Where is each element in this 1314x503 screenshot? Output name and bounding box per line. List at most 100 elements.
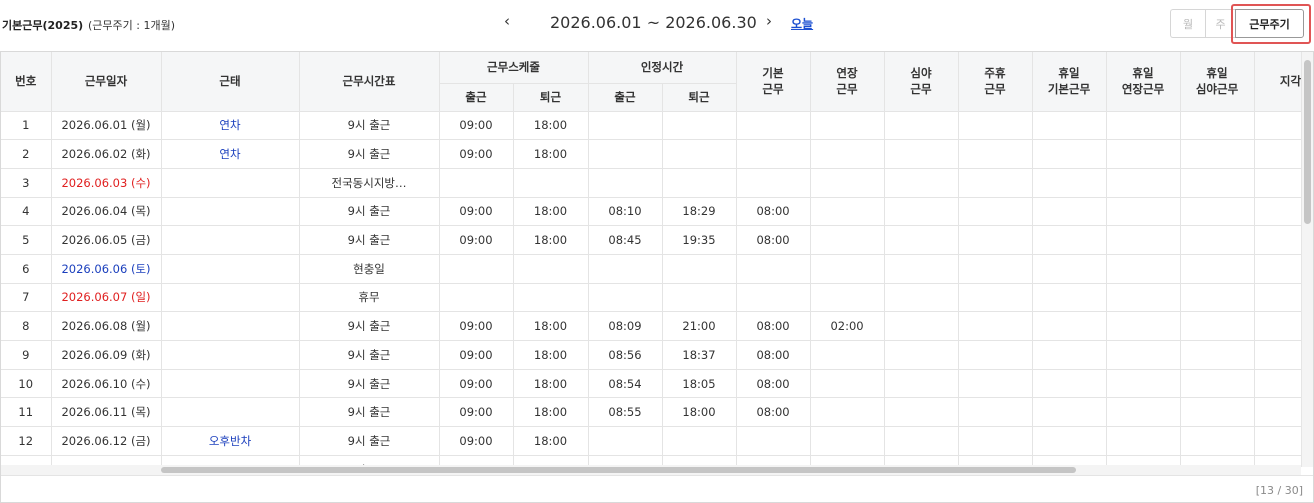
cell-no[interactable]: 10	[1, 369, 52, 399]
cell-night-work[interactable]	[884, 197, 959, 227]
cell-holiday-night-work[interactable]	[1180, 283, 1255, 313]
cell-date[interactable]: 2026.06.06 (토)	[51, 254, 162, 284]
cell-holiday-night-work[interactable]	[1180, 168, 1255, 198]
cell-holiday-basic-work[interactable]	[1032, 369, 1107, 399]
cell-holiday-basic-work[interactable]	[1032, 111, 1107, 141]
cell-no[interactable]: 8	[1, 311, 52, 341]
cell-approved-out[interactable]: 18:05	[662, 369, 737, 399]
cell-weekly-holiday-work[interactable]	[958, 254, 1033, 284]
cell-weekly-holiday-work[interactable]	[958, 369, 1033, 399]
cell-schedule[interactable]: 현충일	[299, 254, 440, 284]
cell-approved-out[interactable]	[662, 283, 737, 313]
cell-status[interactable]	[161, 311, 300, 341]
header-overtime-work[interactable]: 연장 근무	[810, 52, 885, 112]
cell-status[interactable]	[161, 197, 300, 227]
cell-approved-in[interactable]: 08:45	[588, 225, 663, 255]
table-row[interactable]: 3 2026.06.03 (수) 전국동시지방…	[1, 168, 1313, 198]
table-row[interactable]: 1 2026.06.01 (월) 연차 9시 출근 09:00 18:00	[1, 111, 1313, 141]
cell-basic-work[interactable]	[736, 283, 811, 313]
cell-date[interactable]: 2026.06.09 (화)	[51, 340, 162, 370]
cell-schedule[interactable]: 9시 출근	[299, 197, 440, 227]
cell-night-work[interactable]	[884, 283, 959, 313]
cell-schedule-in[interactable]	[439, 168, 514, 198]
cell-weekly-holiday-work[interactable]	[958, 139, 1033, 169]
table-row[interactable]: 4 2026.06.04 (목) 9시 출근 09:00 18:00 08:10 18:29…	[1, 197, 1313, 227]
cell-night-work[interactable]	[884, 340, 959, 370]
cell-night-work[interactable]	[884, 369, 959, 399]
header-date[interactable]: 근무일자	[51, 52, 162, 112]
header-approved-in[interactable]: 출근	[588, 83, 663, 112]
cell-schedule[interactable]: 9시 출근	[299, 311, 440, 341]
cell-status[interactable]	[161, 397, 300, 428]
cell-night-work[interactable]	[884, 111, 959, 141]
cell-date[interactable]: 2026.06.07 (일)	[51, 283, 162, 313]
cell-approved-in[interactable]	[588, 139, 663, 169]
header-weekly-holiday-work[interactable]: 주휴 근무	[958, 52, 1033, 112]
cell-holiday-basic-work[interactable]	[1032, 254, 1107, 284]
cell-night-work[interactable]	[884, 168, 959, 198]
cell-approved-out[interactable]: 19:35	[662, 225, 737, 255]
cell-schedule-out[interactable]: 18:00	[513, 225, 589, 255]
cell-approved-in[interactable]: 08:10	[588, 197, 663, 227]
cell-status[interactable]: 오후반차	[161, 426, 300, 456]
cell-no[interactable]: 12	[1, 426, 52, 456]
cell-basic-work[interactable]	[736, 426, 811, 456]
cell-approved-out[interactable]	[662, 254, 737, 284]
cell-approved-in[interactable]	[588, 254, 663, 284]
cell-date[interactable]: 2026.06.10 (수)	[51, 369, 162, 399]
cell-overtime-work[interactable]	[810, 225, 885, 255]
header-schedule-out[interactable]: 퇴근	[513, 83, 589, 112]
cell-weekly-holiday-work[interactable]	[958, 340, 1033, 370]
cell-schedule-out[interactable]: 18:00	[513, 426, 589, 456]
table-row[interactable]: 9 2026.06.09 (화) 9시 출근 09:00 18:00 08:56 18:37…	[1, 340, 1313, 370]
table-row[interactable]: 12 2026.06.12 (금) 오후반차 9시 출근 09:00 18:00	[1, 426, 1313, 456]
cell-approved-in[interactable]	[588, 168, 663, 198]
table-row[interactable]: 5 2026.06.05 (금) 9시 출근 09:00 18:00 08:45 19:35…	[1, 225, 1313, 255]
chevron-right-icon[interactable]: ›	[766, 12, 772, 30]
header-no[interactable]: 번호	[1, 52, 52, 112]
table-row[interactable]: 11 2026.06.11 (목) 9시 출근 09:00 18:00 08:55 18:0…	[1, 397, 1313, 428]
cell-night-work[interactable]	[884, 139, 959, 169]
cell-overtime-work[interactable]	[810, 254, 885, 284]
cell-holiday-overtime-work[interactable]	[1106, 111, 1181, 141]
cell-basic-work[interactable]: 08:00	[736, 225, 811, 255]
cell-status[interactable]	[161, 340, 300, 370]
cell-date[interactable]: 2026.06.01 (월)	[51, 111, 162, 141]
cell-holiday-basic-work[interactable]	[1032, 168, 1107, 198]
cell-weekly-holiday-work[interactable]	[958, 225, 1033, 255]
cell-no[interactable]: 1	[1, 111, 52, 141]
cell-holiday-night-work[interactable]	[1180, 254, 1255, 284]
cell-approved-in[interactable]: 08:56	[588, 340, 663, 370]
header-schedule-in[interactable]: 출근	[439, 83, 514, 112]
cell-no[interactable]: 5	[1, 225, 52, 255]
cell-status[interactable]: 연차	[161, 139, 300, 169]
cell-holiday-basic-work[interactable]	[1032, 397, 1107, 428]
cell-approved-in[interactable]: 08:55	[588, 397, 663, 428]
cell-holiday-overtime-work[interactable]	[1106, 139, 1181, 169]
cell-no[interactable]: 2	[1, 139, 52, 169]
cell-date[interactable]: 2026.06.11 (목)	[51, 397, 162, 428]
cell-weekly-holiday-work[interactable]	[958, 397, 1033, 428]
cell-schedule-in[interactable]: 09:00	[439, 369, 514, 399]
cell-holiday-basic-work[interactable]	[1032, 283, 1107, 313]
cell-schedule-out[interactable]: 18:00	[513, 340, 589, 370]
cell-schedule[interactable]: 9시 출근	[299, 340, 440, 370]
cell-schedule-out[interactable]: 18:00	[513, 197, 589, 227]
cell-basic-work[interactable]	[736, 111, 811, 141]
cell-basic-work[interactable]	[736, 139, 811, 169]
cell-schedule-in[interactable]	[439, 254, 514, 284]
cell-approved-in[interactable]: 08:54	[588, 369, 663, 399]
cell-schedule-in[interactable]: 09:00	[439, 426, 514, 456]
cell-approved-out[interactable]: 21:00	[662, 311, 737, 341]
cell-night-work[interactable]	[884, 254, 959, 284]
cell-holiday-overtime-work[interactable]	[1106, 311, 1181, 341]
cell-overtime-work[interactable]	[810, 426, 885, 456]
cell-weekly-holiday-work[interactable]	[958, 197, 1033, 227]
cell-schedule-out[interactable]	[513, 254, 589, 284]
cell-approved-out[interactable]	[662, 168, 737, 198]
cell-no[interactable]: 3	[1, 168, 52, 198]
cell-basic-work[interactable]: 08:00	[736, 311, 811, 341]
cell-holiday-overtime-work[interactable]	[1106, 197, 1181, 227]
cell-approved-in[interactable]	[588, 426, 663, 456]
header-status[interactable]: 근태	[161, 52, 300, 112]
